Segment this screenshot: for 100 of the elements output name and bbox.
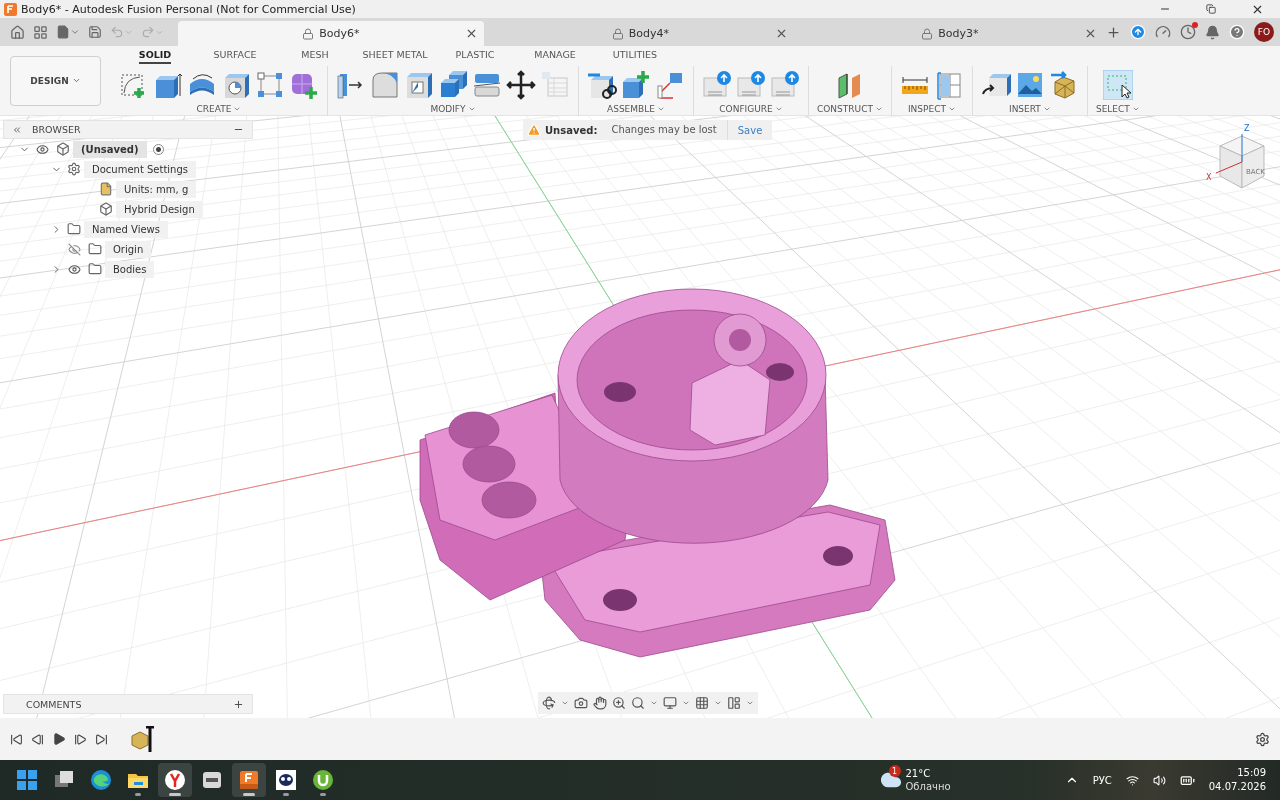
ribbon-tab[interactable]: SHEET METAL bbox=[362, 48, 428, 64]
zoom-window-icon[interactable] bbox=[631, 696, 645, 710]
workspace-dropdown[interactable]: DESIGN bbox=[10, 55, 101, 106]
weather-condition: Облачно bbox=[905, 780, 951, 793]
add-icon[interactable] bbox=[233, 698, 244, 710]
user-avatar[interactable]: FO bbox=[1254, 22, 1274, 42]
play-icon[interactable] bbox=[52, 732, 66, 746]
move-arrows-icon[interactable] bbox=[506, 69, 536, 100]
language-indicator[interactable]: РУС bbox=[1092, 774, 1112, 786]
zoom-icon[interactable] bbox=[612, 696, 626, 710]
file-menu-button[interactable] bbox=[56, 25, 80, 39]
tree-item[interactable]: Document Settings bbox=[84, 160, 196, 178]
display-icon[interactable] bbox=[663, 696, 677, 710]
caret-icon[interactable] bbox=[561, 699, 569, 707]
node-rectangle-icon[interactable] bbox=[255, 69, 285, 100]
ribbon-tab[interactable]: SOLID bbox=[138, 48, 172, 64]
component-icon bbox=[56, 142, 70, 156]
group-dropdown[interactable]: CREATE bbox=[196, 103, 242, 114]
taskbar-app[interactable] bbox=[158, 763, 192, 797]
taskbar-app[interactable] bbox=[232, 763, 266, 797]
wifi-icon[interactable] bbox=[1125, 773, 1139, 787]
notification-badge: 1 bbox=[888, 765, 901, 777]
group-dropdown[interactable]: CONFIGURE bbox=[719, 103, 783, 114]
camera-icon[interactable] bbox=[574, 696, 588, 710]
caret-icon bbox=[70, 27, 80, 37]
orbit-icon[interactable] bbox=[542, 696, 556, 710]
ribbon-tab[interactable]: MESH bbox=[301, 48, 329, 64]
last-icon[interactable] bbox=[95, 732, 108, 746]
settings-icon[interactable] bbox=[1255, 731, 1270, 747]
clock[interactable]: 15:09 04.07.2026 bbox=[1208, 766, 1266, 794]
settings-icon bbox=[67, 162, 81, 176]
tree-item[interactable]: Named Views bbox=[84, 220, 168, 238]
stacked-cubes-icon[interactable] bbox=[438, 69, 468, 100]
apps-button[interactable] bbox=[33, 24, 48, 40]
tree-item[interactable]: Hybrid Design bbox=[116, 200, 203, 218]
clock-icon[interactable] bbox=[1180, 24, 1196, 40]
volume-icon[interactable] bbox=[1152, 773, 1166, 787]
grid-icon bbox=[33, 24, 48, 40]
tree-item[interactable]: (Unsaved) bbox=[73, 140, 147, 158]
home-button[interactable] bbox=[10, 24, 25, 40]
browser-swirl-icon bbox=[90, 769, 112, 791]
lock-icon bbox=[302, 27, 315, 40]
caret-icon[interactable] bbox=[714, 699, 722, 707]
viewports-icon[interactable] bbox=[727, 696, 741, 710]
caret-icon[interactable] bbox=[746, 699, 754, 707]
group-dropdown[interactable]: CONSTRUCT bbox=[817, 103, 883, 114]
group-dropdown[interactable]: INSPECT bbox=[907, 103, 956, 114]
upload-icon[interactable] bbox=[1130, 24, 1146, 40]
ribbon-tab[interactable]: UTILITIES bbox=[612, 48, 658, 64]
tree-item[interactable]: Bodies bbox=[105, 260, 155, 278]
group-dropdown[interactable]: SELECT bbox=[1095, 103, 1140, 114]
pan-icon[interactable] bbox=[593, 696, 607, 710]
ribbon-tab[interactable]: MANAGE bbox=[534, 48, 576, 64]
caret-icon bbox=[71, 76, 81, 85]
active-radio[interactable] bbox=[152, 143, 164, 155]
folder-icon bbox=[88, 262, 102, 276]
rounded-cube-icon[interactable] bbox=[370, 69, 400, 100]
tree-item[interactable]: Origin bbox=[105, 240, 152, 258]
group-dropdown[interactable]: ASSEMBLE bbox=[607, 103, 665, 114]
ribbon-tab[interactable]: PLASTIC bbox=[455, 48, 495, 64]
save-link[interactable]: Save bbox=[727, 124, 773, 136]
timeline-marker-icon[interactable] bbox=[130, 726, 156, 752]
new-tab-icon[interactable] bbox=[1106, 24, 1121, 40]
lock-icon bbox=[611, 27, 624, 40]
upload-badge-icon[interactable] bbox=[702, 69, 732, 100]
eye-off-icon[interactable] bbox=[68, 242, 81, 256]
previous-icon[interactable] bbox=[31, 732, 44, 746]
axis-label: X bbox=[1206, 173, 1212, 182]
folder-icon bbox=[88, 242, 102, 256]
undo-icon bbox=[110, 25, 124, 39]
ribbon-tab[interactable]: SURFACE bbox=[213, 48, 257, 64]
caret-icon[interactable] bbox=[650, 699, 658, 707]
document-tab[interactable]: Body3* bbox=[796, 21, 1103, 46]
eye-icon[interactable] bbox=[68, 262, 81, 276]
caret-icon[interactable] bbox=[682, 699, 690, 707]
eye-icon[interactable] bbox=[36, 142, 49, 156]
grid-icon[interactable] bbox=[695, 696, 709, 710]
gauge-icon[interactable] bbox=[1155, 24, 1171, 40]
redo-icon bbox=[141, 25, 155, 39]
document-tab[interactable]: Body4* bbox=[487, 21, 794, 46]
group-dropdown[interactable]: INSERT bbox=[1009, 103, 1051, 114]
first-icon[interactable] bbox=[10, 732, 23, 746]
help-icon[interactable] bbox=[1229, 24, 1245, 40]
close-icon[interactable] bbox=[1084, 27, 1097, 40]
file-icon bbox=[56, 25, 70, 39]
select-cursor-icon[interactable] bbox=[1102, 69, 1133, 100]
next-icon[interactable] bbox=[74, 732, 87, 746]
banner-message: Changes may be lost bbox=[611, 120, 728, 140]
collapse-icon[interactable] bbox=[12, 124, 22, 135]
tree-item[interactable]: Units: mm, g bbox=[116, 180, 197, 198]
group-dropdown[interactable]: MODIFY bbox=[430, 103, 476, 114]
view-cube-drawing[interactable] bbox=[1215, 133, 1265, 189]
save-button[interactable] bbox=[88, 25, 102, 39]
upload-badge-icon[interactable] bbox=[770, 69, 800, 100]
document-tab[interactable]: Body6* bbox=[177, 21, 485, 46]
torrent-icon bbox=[312, 769, 334, 791]
cube-plus-icon[interactable] bbox=[621, 69, 651, 100]
banner-label: Unsaved: bbox=[545, 124, 598, 136]
upload-badge-icon[interactable] bbox=[736, 69, 766, 100]
bell-icon[interactable] bbox=[1205, 24, 1220, 40]
